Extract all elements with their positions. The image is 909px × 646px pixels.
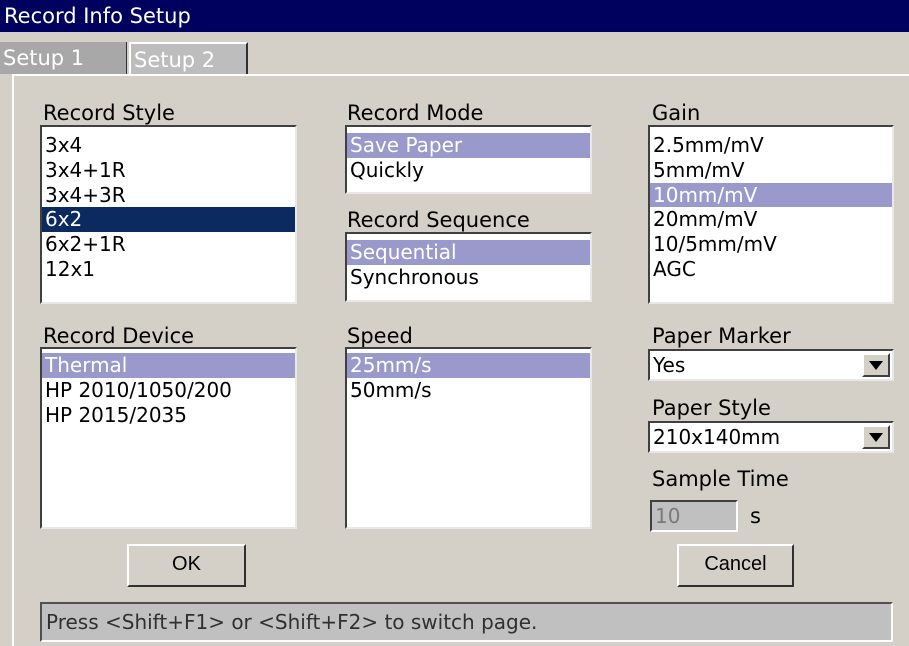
record-sequence-label: Record Sequence — [347, 208, 530, 232]
list-item-selected[interactable]: 25mm/s — [347, 353, 590, 378]
paper-marker-label: Paper Marker — [652, 324, 791, 348]
ok-button[interactable]: OK — [127, 544, 246, 587]
list-item-selected[interactable]: Save Paper — [347, 133, 590, 158]
sample-time-input: 10 — [650, 500, 738, 532]
list-item-selected[interactable]: 6x2 — [42, 207, 295, 233]
window-title: Record Info Setup — [4, 4, 191, 28]
list-item[interactable]: Synchronous — [347, 265, 590, 290]
paper-marker-value: Yes — [653, 353, 686, 377]
record-style-list[interactable]: 3x4 3x4+1R 3x4+3R 6x2 6x2+1R 12x1 — [40, 125, 297, 304]
record-sequence-list[interactable]: Sequential Synchronous — [345, 232, 592, 302]
list-item[interactable]: 50mm/s — [347, 378, 590, 403]
cancel-button[interactable]: Cancel — [677, 544, 794, 587]
list-item[interactable]: 5mm/mV — [650, 158, 892, 183]
list-item[interactable]: Quickly — [347, 158, 590, 183]
list-item[interactable]: 3x4+3R — [42, 183, 295, 208]
list-item[interactable]: 3x4+1R — [42, 158, 295, 183]
record-device-label: Record Device — [43, 324, 195, 348]
list-item-selected[interactable]: Sequential — [347, 240, 590, 265]
record-mode-label: Record Mode — [347, 101, 484, 125]
paper-style-label: Paper Style — [652, 396, 771, 420]
gain-label: Gain — [652, 101, 701, 125]
tab-setup-2[interactable]: Setup 2 — [129, 42, 248, 74]
record-style-label: Record Style — [43, 101, 175, 125]
sample-time-label: Sample Time — [652, 467, 789, 491]
dropdown-arrow-icon[interactable] — [862, 425, 890, 449]
paper-style-select[interactable]: 210x140mm — [648, 421, 894, 453]
dropdown-arrow-icon[interactable] — [862, 353, 890, 377]
list-item[interactable]: AGC — [650, 257, 892, 282]
tab-setup-1[interactable]: Setup 1 — [0, 42, 127, 74]
list-item-selected[interactable]: 10mm/mV — [650, 182, 892, 208]
status-bar: Press <Shift+F1> or <Shift+F2> to switch… — [40, 602, 893, 642]
record-mode-list[interactable]: Save Paper Quickly — [345, 125, 592, 194]
record-device-list[interactable]: Thermal HP 2010/1050/200 HP 2015/2035 — [40, 347, 297, 529]
list-item[interactable]: 2.5mm/mV — [650, 133, 892, 158]
list-item[interactable]: HP 2010/1050/200 — [42, 378, 295, 403]
speed-label: Speed — [347, 324, 413, 348]
title-bar: Record Info Setup — [0, 0, 909, 32]
paper-style-value: 210x140mm — [653, 425, 781, 449]
list-item[interactable]: 3x4 — [42, 133, 295, 158]
list-item[interactable]: HP 2015/2035 — [42, 403, 295, 428]
sample-time-unit: s — [750, 504, 761, 528]
list-item[interactable]: 6x2+1R — [42, 232, 295, 257]
paper-marker-select[interactable]: Yes — [648, 349, 894, 381]
list-item-selected[interactable]: Thermal — [42, 353, 295, 378]
speed-list[interactable]: 25mm/s 50mm/s — [345, 347, 592, 529]
gain-list[interactable]: 2.5mm/mV 5mm/mV 10mm/mV 20mm/mV 10/5mm/m… — [648, 125, 894, 304]
list-item[interactable]: 20mm/mV — [650, 207, 892, 232]
list-item[interactable]: 10/5mm/mV — [650, 232, 892, 257]
list-item[interactable]: 12x1 — [42, 257, 295, 282]
